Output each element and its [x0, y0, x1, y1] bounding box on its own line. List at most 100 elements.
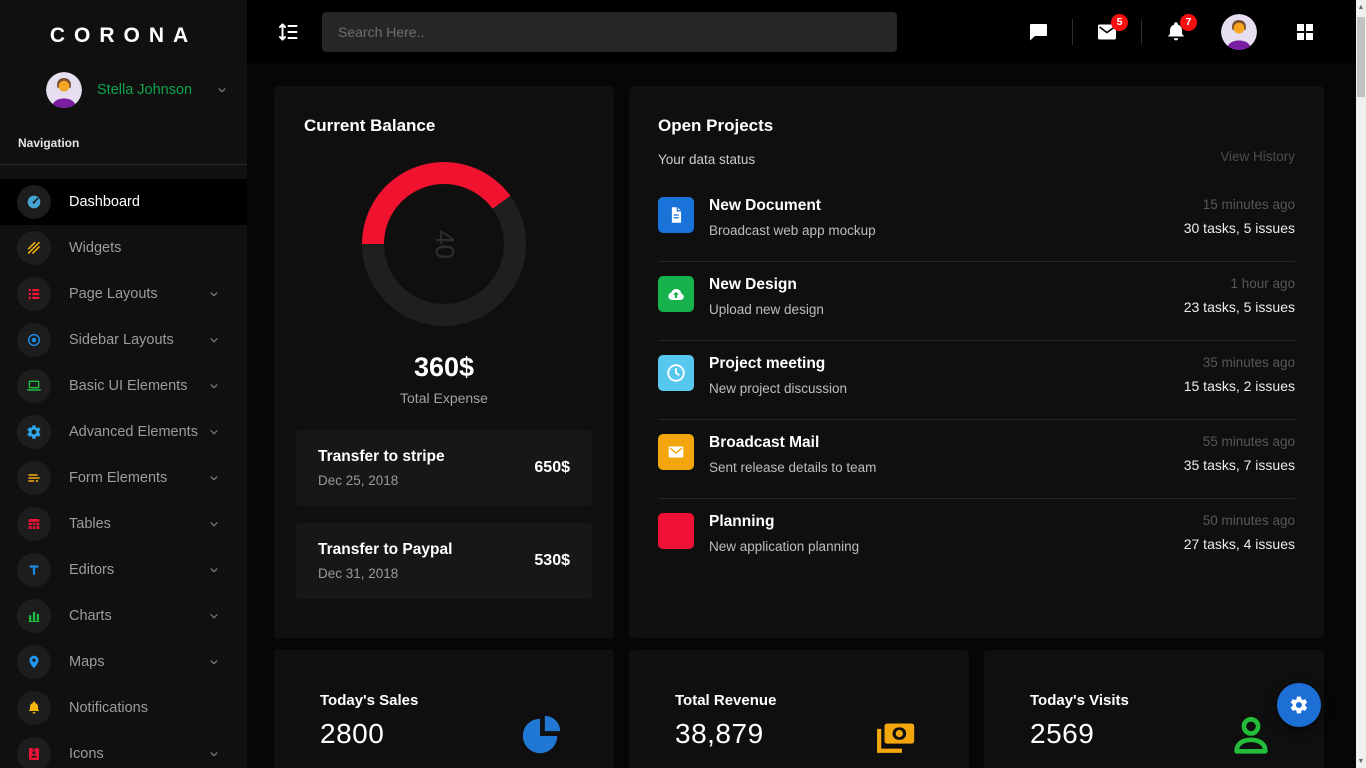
stat-label: Today's Sales	[320, 692, 614, 709]
text-icon	[17, 553, 51, 587]
total-expense-caption: Total Expense	[274, 390, 614, 406]
transfer-amount: 530$	[534, 552, 570, 570]
scrollbar-up-arrow[interactable]: ▲	[1356, 0, 1366, 14]
sidebar-item-label: Maps	[69, 654, 104, 670]
scrollbar-thumb[interactable]	[1357, 17, 1365, 97]
nav-section-label: Navigation	[18, 136, 247, 150]
apps-grid-icon[interactable]	[1293, 20, 1317, 44]
notification-bell-icon[interactable]: 7	[1164, 20, 1188, 44]
scrollbar-down-arrow[interactable]: ▼	[1356, 754, 1366, 768]
clock-icon	[658, 355, 694, 391]
project-tasks-issues: 30 tasks, 5 issues	[1184, 220, 1295, 236]
sidebar-item-label: Sidebar Layouts	[69, 332, 174, 348]
target-icon	[17, 323, 51, 357]
sidebar-item-sidebar-layouts[interactable]: Sidebar Layouts	[0, 317, 247, 363]
transfer-list: Transfer to stripe Dec 25, 2018 650$ Tra…	[296, 430, 592, 599]
settings-fab-button[interactable]	[1277, 683, 1321, 727]
project-subtitle: Sent release details to team	[709, 460, 876, 475]
sidebar-toggle-icon[interactable]	[276, 20, 300, 44]
transfer-date: Dec 25, 2018	[318, 473, 445, 488]
divider	[1072, 19, 1073, 45]
project-title: Broadcast Mail	[709, 434, 876, 452]
chevron-down-icon	[207, 563, 221, 577]
project-list-item: Project meeting New project discussion 3…	[658, 341, 1295, 420]
sidebar-item-notifications[interactable]: Notifications	[0, 685, 247, 731]
cloud-upload-icon	[658, 276, 694, 312]
list-icon	[17, 277, 51, 311]
project-tasks-issues: 27 tasks, 4 issues	[1184, 536, 1295, 552]
profile-dropdown[interactable]: Stella Johnson	[46, 72, 229, 108]
projects-subtitle: Your data status	[658, 152, 1295, 167]
navbar-avatar[interactable]	[1221, 14, 1257, 50]
sidebar-item-label: Basic UI Elements	[69, 378, 187, 394]
project-list-item: New Document Broadcast web app mockup 15…	[658, 183, 1295, 262]
balance-donut-chart: 40	[362, 162, 526, 326]
stat-value: 2800	[320, 718, 614, 750]
project-tasks-issues: 15 tasks, 2 issues	[1184, 378, 1295, 394]
projects-card-title: Open Projects	[658, 116, 1295, 136]
navbar-actions: 5 7	[1026, 14, 1317, 50]
stat-value: 38,879	[675, 718, 969, 750]
project-list-item: Broadcast Mail Sent release details to t…	[658, 420, 1295, 499]
project-subtitle: Broadcast web app mockup	[709, 223, 876, 238]
sidebar-item-label: Charts	[69, 608, 112, 624]
sidebar-item-dashboard[interactable]: Dashboard	[0, 179, 247, 225]
sidebar-item-icons[interactable]: Icons	[0, 731, 247, 768]
corona-dashboard: CORONA Stella Johnson Navigation Dashboa…	[0, 0, 1366, 768]
project-title: New Document	[709, 197, 876, 215]
chevron-down-icon	[207, 747, 221, 761]
project-time: 35 minutes ago	[1184, 355, 1295, 370]
mail-badge: 5	[1111, 14, 1128, 31]
sidebar-nav: Dashboard Widgets Page Layouts Sidebar L…	[0, 179, 247, 768]
project-time: 15 minutes ago	[1184, 197, 1295, 212]
chevron-down-icon	[207, 287, 221, 301]
profile-avatar	[46, 72, 82, 108]
gear-icon	[17, 415, 51, 449]
bar-chart-icon	[17, 599, 51, 633]
project-time: 50 minutes ago	[1184, 513, 1295, 528]
search-input[interactable]	[322, 12, 897, 52]
page-scrollbar[interactable]: ▲ ▼	[1356, 0, 1366, 768]
sidebar-item-widgets[interactable]: Widgets	[0, 225, 247, 271]
view-history-link[interactable]: View History	[1220, 149, 1295, 164]
chat-icon[interactable]	[1026, 20, 1050, 44]
stat-card-today-s-sales: Today's Sales 2800	[274, 650, 614, 768]
project-time: 1 hour ago	[1184, 276, 1295, 291]
sidebar-item-advanced-elements[interactable]: Advanced Elements	[0, 409, 247, 455]
chevron-down-icon	[207, 471, 221, 485]
chevron-down-icon	[215, 83, 229, 97]
file-icon	[658, 197, 694, 233]
transfer-amount: 650$	[534, 459, 570, 477]
sidebar-item-basic-ui-elements[interactable]: Basic UI Elements	[0, 363, 247, 409]
stat-card-total-revenue: Total Revenue 38,879	[629, 650, 969, 768]
map-pin-icon	[17, 645, 51, 679]
pie-chart-icon	[518, 712, 564, 758]
chevron-down-icon	[207, 333, 221, 347]
laptop-icon	[17, 369, 51, 403]
texture-icon	[17, 231, 51, 265]
chevron-down-icon	[207, 517, 221, 531]
envelope-icon	[658, 434, 694, 470]
form-lines-icon	[17, 461, 51, 495]
pie-chart-icon	[658, 513, 694, 549]
sidebar-item-label: Advanced Elements	[69, 424, 198, 440]
sidebar-item-page-layouts[interactable]: Page Layouts	[0, 271, 247, 317]
contact-card-icon	[17, 737, 51, 768]
sidebar-item-tables[interactable]: Tables	[0, 501, 247, 547]
project-tasks-issues: 23 tasks, 5 issues	[1184, 299, 1295, 315]
main-content: Current Balance 40 360$ Total Expense Tr…	[247, 63, 1356, 768]
profile-name: Stella Johnson	[97, 82, 192, 98]
sidebar-item-charts[interactable]: Charts	[0, 593, 247, 639]
sidebar-item-form-elements[interactable]: Form Elements	[0, 455, 247, 501]
transfer-date: Dec 31, 2018	[318, 566, 452, 581]
sidebar-item-label: Notifications	[69, 700, 148, 716]
table-icon	[17, 507, 51, 541]
project-tasks-issues: 35 tasks, 7 issues	[1184, 457, 1295, 473]
project-title: Project meeting	[709, 355, 847, 373]
donut-center-label: 40	[428, 230, 459, 259]
mail-icon[interactable]: 5	[1095, 20, 1119, 44]
sidebar-item-label: Widgets	[69, 240, 121, 256]
sidebar-item-editors[interactable]: Editors	[0, 547, 247, 593]
stat-value: 2569	[1030, 718, 1324, 750]
sidebar-item-maps[interactable]: Maps	[0, 639, 247, 685]
